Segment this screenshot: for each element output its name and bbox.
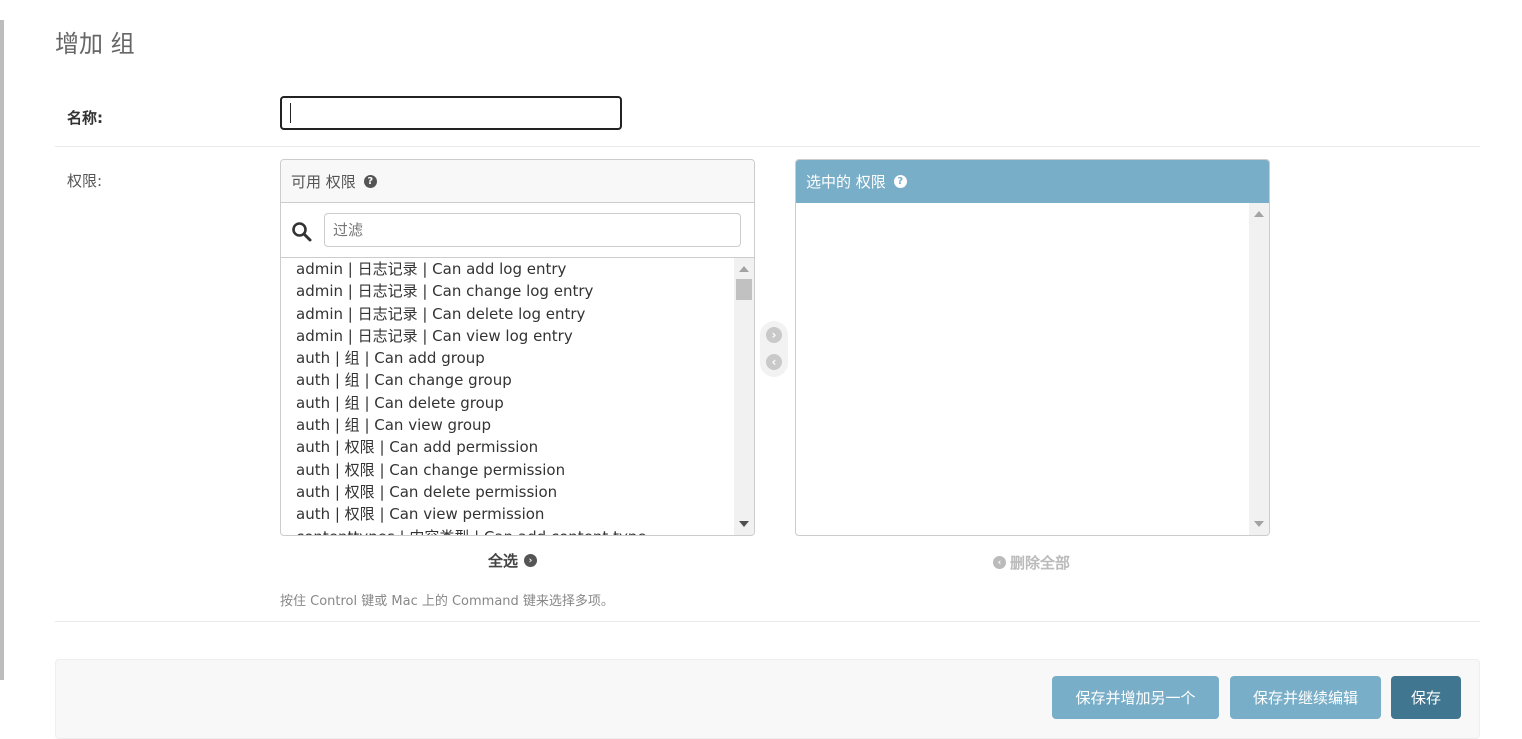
name-input[interactable] [280,96,622,130]
list-item[interactable]: admin | 日志记录 | Can delete log entry [281,303,754,325]
filter-bar [281,203,754,258]
chosen-permissions-box: 选中的 权限 ? [795,159,1270,536]
save-add-another-button[interactable]: 保存并增加另一个 [1052,676,1219,719]
submit-row: 保存并增加另一个 保存并继续编辑 保存 [55,659,1480,739]
help-icon[interactable]: ? [363,174,377,188]
list-item[interactable]: admin | 日志记录 | Can change log entry [281,280,754,302]
text-caret [290,103,291,123]
left-edge-bar [0,20,4,680]
permissions-form-row: 权限: 可用 权限 ? admin | 日志记录 | Can add log e… [55,147,1480,622]
list-item[interactable]: admin | 日志记录 | Can view log entry [281,325,754,347]
list-item[interactable]: auth | 权限 | Can view permission [281,503,754,525]
chosen-options-list[interactable] [796,203,1269,535]
selector-mover: › ‹ [760,321,788,377]
list-item[interactable]: auth | 组 | Can change group [281,369,754,391]
scroll-up-icon[interactable] [1254,211,1264,217]
permissions-label: 权限: [67,172,103,190]
list-item[interactable]: admin | 日志记录 | Can add log entry [281,258,754,280]
available-header-title: 可用 权限 [291,172,356,191]
choose-all-label: 全选 [488,552,519,570]
search-icon [292,222,312,242]
scrollbar[interactable] [1249,203,1269,535]
scroll-down-icon[interactable] [1254,521,1264,527]
name-label: 名称: [67,109,103,127]
list-item[interactable]: auth | 权限 | Can add permission [281,436,754,458]
available-permissions-box: 可用 权限 ? admin | 日志记录 | Can add log entry… [280,159,755,536]
scroll-thumb[interactable] [736,279,752,300]
remove-all-link[interactable]: ‹ 删除全部 [993,552,1070,573]
chosen-header: 选中的 权限 ? [796,160,1269,203]
choose-all-link[interactable]: 全选 › [488,550,538,571]
move-left-icon[interactable]: ‹ [766,354,782,370]
available-header: 可用 权限 ? [281,160,754,203]
available-options-list[interactable]: admin | 日志记录 | Can add log entry admin |… [281,258,754,535]
chosen-header-title: 选中的 权限 [806,172,886,191]
arrow-left-circle-icon: ‹ [993,556,1006,569]
arrow-right-circle-icon: › [524,554,538,567]
list-item[interactable]: auth | 组 | Can view group [281,414,754,436]
save-continue-button[interactable]: 保存并继续编辑 [1230,676,1381,719]
filter-input[interactable] [324,213,741,247]
move-right-icon[interactable]: › [766,327,782,343]
list-item[interactable]: auth | 组 | Can add group [281,347,754,369]
name-form-row: 名称: [55,80,1480,147]
scroll-down-icon[interactable] [739,521,749,527]
help-text: 按住 Control 键或 Mac 上的 Command 键来选择多项。 [280,594,614,609]
help-icon[interactable]: ? [893,174,907,188]
scroll-up-icon[interactable] [739,266,749,272]
scrollbar[interactable] [734,258,754,535]
page-title: 增加 组 [55,30,135,58]
save-button[interactable]: 保存 [1391,676,1461,719]
list-item[interactable]: contenttypes | 内容类型 | Can add content ty… [281,526,754,535]
list-item[interactable]: auth | 权限 | Can delete permission [281,481,754,503]
list-item[interactable]: auth | 组 | Can delete group [281,392,754,414]
list-item[interactable]: auth | 权限 | Can change permission [281,459,754,481]
remove-all-label: 删除全部 [1010,554,1071,572]
